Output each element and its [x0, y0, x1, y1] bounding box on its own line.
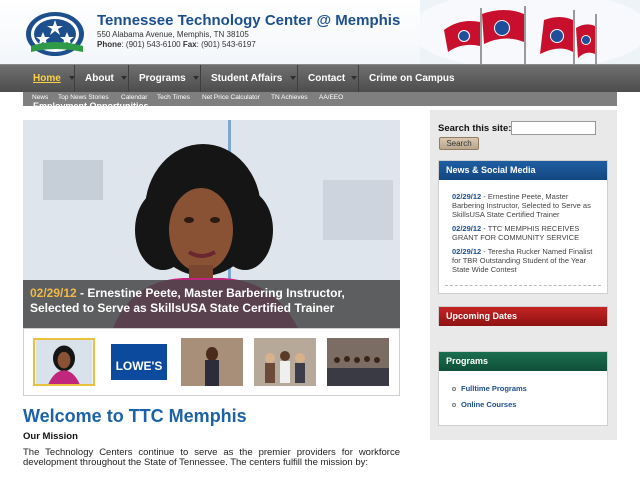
- search-input[interactable]: [511, 121, 596, 135]
- site-address: 550 Alabama Avenue, Memphis, TN 38105: [97, 30, 249, 39]
- nav-item-crime-on-campus[interactable]: Crime on Campus: [369, 65, 455, 93]
- subnav-net-price-calculator[interactable]: Net Price Calculator: [202, 94, 260, 101]
- thumbnail-1[interactable]: [33, 338, 95, 386]
- slide-caption[interactable]: 02/29/12 - Ernestine Peete, Master Barbe…: [30, 286, 390, 316]
- site-title[interactable]: Tennessee Technology Center @ Memphis: [97, 12, 400, 29]
- page-title: Welcome to TTC Memphis: [23, 406, 247, 426]
- tennessee-stars-logo[interactable]: [25, 10, 89, 58]
- chevron-down-icon: [121, 76, 127, 80]
- nav-item-programs[interactable]: Programs: [139, 65, 186, 93]
- slideshow-thumbnails: LOWE'S: [23, 328, 400, 396]
- bullet-icon: [452, 403, 456, 408]
- thumbnail-2[interactable]: LOWE'S: [108, 338, 170, 386]
- tennessee-flags-image: [420, 0, 640, 64]
- mission-text: The Technology Centers continue to serve…: [23, 447, 400, 468]
- programs-widget-title: Programs: [439, 352, 607, 371]
- nav-divider: [297, 65, 298, 93]
- bullet-icon: [452, 387, 456, 392]
- thumbnail-3[interactable]: [181, 338, 243, 386]
- news-widget-title: News & Social Media: [439, 161, 607, 180]
- news-divider: [445, 285, 601, 286]
- thumbnail-4[interactable]: [254, 338, 316, 386]
- subnav-employment-opportunities[interactable]: Employment Opportunities: [33, 101, 149, 111]
- thumbnail-5[interactable]: [327, 338, 389, 386]
- svg-text:LOWE'S: LOWE'S: [116, 359, 163, 373]
- search-label: Search this site:: [438, 123, 512, 134]
- nav-divider: [128, 65, 129, 93]
- subnav-tech-times[interactable]: Tech Times: [157, 94, 190, 101]
- nav-divider: [200, 65, 201, 93]
- news-item[interactable]: 02/29/12 - TTC MEMPHIS RECEIVES GRANT FO…: [452, 224, 602, 242]
- chevron-down-icon: [193, 76, 199, 80]
- subnav-calendar[interactable]: Calendar: [121, 94, 147, 101]
- program-link-online[interactable]: Online Courses: [452, 400, 516, 409]
- nav-item-home[interactable]: Home: [33, 65, 61, 93]
- nav-item-student-affairs[interactable]: Student Affairs: [211, 65, 282, 93]
- main-navigation: Home About Programs Student Affairs Cont…: [0, 64, 640, 93]
- upcoming-dates-widget: Upcoming Dates: [438, 306, 608, 326]
- subnav-tn-achieves[interactable]: TN Achieves: [271, 94, 308, 101]
- subnav-aa-eeo[interactable]: AA/EEO: [319, 94, 343, 101]
- mission-heading: Our Mission: [23, 431, 78, 442]
- nav-item-contact[interactable]: Contact: [308, 65, 345, 93]
- site-phone: Phone: (901) 543-6100 Fax: (901) 543-619…: [97, 40, 256, 49]
- site-header: Tennessee Technology Center @ Memphis 55…: [0, 0, 640, 64]
- news-item[interactable]: 02/29/12 - Teresha Rucker Named Finalist…: [452, 247, 602, 274]
- search-button[interactable]: Search: [439, 137, 479, 150]
- upcoming-dates-title: Upcoming Dates: [439, 307, 607, 326]
- subnav-top-news-stories[interactable]: Top News Stories: [58, 94, 109, 101]
- nav-divider: [74, 65, 75, 93]
- nav-item-about[interactable]: About: [85, 65, 114, 93]
- nav-divider: [358, 65, 359, 93]
- program-link-fulltime[interactable]: Fulltime Programs: [452, 384, 527, 393]
- news-item[interactable]: 02/29/12 - Ernestine Peete, Master Barbe…: [452, 192, 602, 219]
- chevron-down-icon: [290, 76, 296, 80]
- chevron-down-icon: [351, 76, 357, 80]
- subnav-news[interactable]: News: [32, 94, 48, 101]
